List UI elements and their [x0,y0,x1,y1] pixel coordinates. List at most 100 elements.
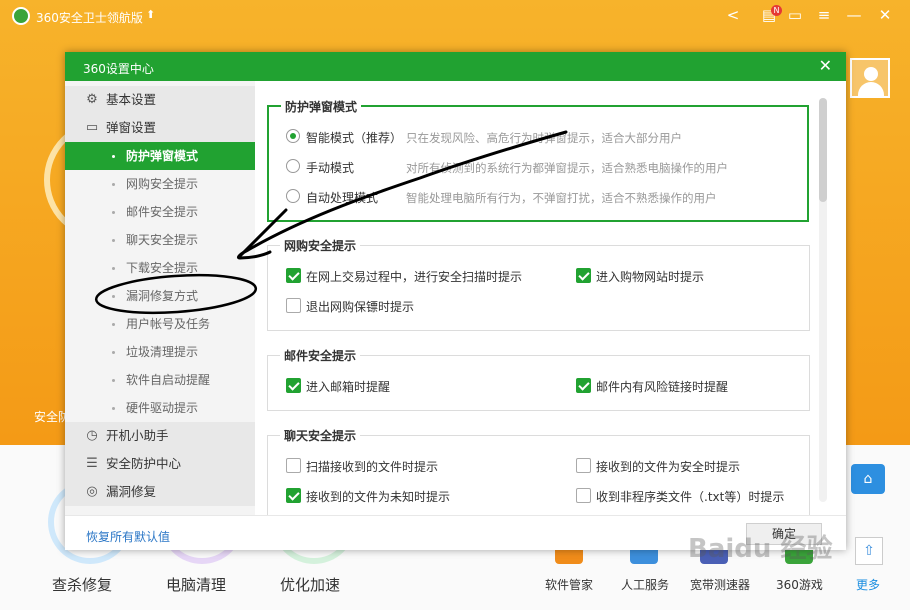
checkbox-received-safe[interactable] [576,458,591,473]
app-titlebar: 360安全卫士领航版 ⬆ < ▤ N ▭ ≡ — ✕ [0,0,910,32]
nav-item-autostart[interactable]: 软件自启动提醒 [65,366,255,394]
nav-item-download[interactable]: 下载安全提示 [65,254,255,282]
nav-item-label: 聊天安全提示 [126,233,199,247]
notification-badge: N [771,5,782,16]
minimize-icon[interactable]: — [845,6,863,24]
option-desc: 只在发现风险、高危行为时弹窗提示，适合大部分用户 [406,131,682,145]
nav-group-label: 基本设置 [106,92,157,107]
nav-item-label: 漏洞修复方式 [126,289,199,303]
upgrade-arrow-icon[interactable]: ⬆ [146,8,155,21]
section-mail: 邮件安全提示 进入邮箱时提醒 邮件内有风险链接时提醒 [267,347,810,411]
tool-label-game[interactable]: 360游戏 [776,576,823,593]
tool-label-software[interactable]: 软件管家 [545,576,593,593]
bullet [112,155,115,158]
nav-group-vuln[interactable]: ◎ 漏洞修复 [65,478,255,506]
tool-label-speedup[interactable]: 优化加速 [280,574,340,595]
close-icon[interactable]: ✕ [876,6,894,24]
option-label[interactable]: 在网上交易过程中，进行安全扫描时提示 [306,268,522,285]
nav-item-label: 下载安全提示 [126,261,199,275]
checkbox-scan-received[interactable] [286,458,301,473]
checkbox-exit-guard[interactable] [286,298,301,313]
feedback-icon[interactable]: ▭ [786,6,804,24]
section-popup-mode: 防护弹窗模式 智能模式（推荐） 只在发现风险、高危行为时弹窗提示，适合大部分用户… [267,98,809,222]
option-label[interactable]: 邮件内有风险链接时提醒 [596,378,728,395]
checkbox-risky-link[interactable] [576,378,591,393]
radio-auto-mode[interactable] [286,189,300,203]
option-label[interactable]: 退出网购保镖时提示 [306,298,414,315]
share-icon[interactable]: < [724,6,742,24]
bullet [112,407,115,410]
settings-dialog: 360设置中心 ✕ ⚙ 基本设置 ▭ 弹窗设置 防护弹窗模式 网购安全提示 邮件… [65,52,846,550]
user-avatar[interactable] [850,58,890,98]
nav-item-label: 软件自启动提醒 [126,373,211,387]
settings-content: 防护弹窗模式 智能模式（推荐） 只在发现风险、高危行为时弹窗提示，适合大部分用户… [255,81,846,515]
nav-group-label: 安全防护中心 [106,456,182,471]
option-label[interactable]: 接收到的文件为安全时提示 [596,458,740,475]
avatar-head [864,67,878,81]
nav-item-label: 邮件安全提示 [126,205,199,219]
nav-item-label: 垃圾清理提示 [126,345,199,359]
nav-group-startup[interactable]: ◷ 开机小助手 [65,422,255,450]
option-label[interactable]: 扫描接收到的文件时提示 [306,458,438,475]
nav-item-label: 用户帐号及任务 [126,317,211,331]
router-icon[interactable]: ⌂ [851,464,885,494]
dialog-header: 360设置中心 ✕ [65,52,846,81]
checkbox-shopping-site[interactable] [576,268,591,283]
bullet [112,239,115,242]
menu-icon[interactable]: ≡ [815,6,833,24]
scroll-top-icon[interactable]: ⇧ [855,537,883,565]
nav-group-label: 弹窗设置 [106,120,157,135]
nav-group-label: 漏洞修复 [106,484,157,499]
360-logo-icon [12,7,30,25]
nav-group-label: 开机小助手 [106,428,169,443]
bullet [112,323,115,326]
nav-item-label: 硬件驱动提示 [126,401,199,415]
nav-item-driver[interactable]: 硬件驱动提示 [65,394,255,422]
tool-label-support[interactable]: 人工服务 [621,576,669,593]
bullet [112,379,115,382]
nav-group-popup[interactable]: ▭ 弹窗设置 [65,114,255,142]
section-title: 聊天安全提示 [280,427,361,444]
nav-item-mail[interactable]: 邮件安全提示 [65,198,255,226]
shield-icon: ☰ [86,456,98,471]
radio-smart-mode[interactable] [286,129,300,143]
option-label[interactable]: 进入邮箱时提醒 [306,378,390,395]
option-label[interactable]: 智能模式（推荐） [306,129,402,146]
radio-manual-mode[interactable] [286,159,300,173]
nav-group-protection[interactable]: ☰ 安全防护中心 [65,450,255,478]
nav-item-cleanup[interactable]: 垃圾清理提示 [65,338,255,366]
scrollbar-thumb[interactable] [819,98,827,202]
nav-group-basic[interactable]: ⚙ 基本设置 [65,86,255,114]
option-label[interactable]: 收到非程序类文件（.txt等）时提示 [596,488,784,505]
checkbox-non-program-file[interactable] [576,488,591,503]
tool-label-scan[interactable]: 查杀修复 [52,574,112,595]
checkbox-received-unknown[interactable] [286,488,301,503]
section-chat: 聊天安全提示 扫描接收到的文件时提示 接收到的文件为安全时提示 接收到的文件为未… [267,427,810,515]
nav-item-popup-mode[interactable]: 防护弹窗模式 [65,142,255,170]
option-label[interactable]: 自动处理模式 [306,189,378,206]
nav-item-vuln-fix[interactable]: 漏洞修复方式 [65,282,255,310]
nav-item-chat[interactable]: 聊天安全提示 [65,226,255,254]
avatar-body [858,82,884,96]
checkbox-enter-mailbox[interactable] [286,378,301,393]
option-desc: 智能处理电脑所有行为，不弹窗打扰，适合不熟悉操作的用户 [406,191,717,205]
dialog-close-icon[interactable]: ✕ [819,56,832,75]
app-title: 360安全卫士领航版 [36,11,143,25]
more-link[interactable]: 更多 [856,576,880,593]
bullet [112,267,115,270]
checkbox-trade-scan[interactable] [286,268,301,283]
option-label[interactable]: 接收到的文件为未知时提示 [306,488,450,505]
option-desc: 对所有侦测到的系统行为都弹窗提示，适合熟悉电脑操作的用户 [406,161,728,175]
content-scrollbar[interactable] [819,98,827,502]
nav-item-label: 网购安全提示 [126,177,199,191]
tool-label-speedtest[interactable]: 宽带测速器 [690,576,750,593]
nav-item-label: 防护弹窗模式 [126,149,199,163]
nav-item-shopping[interactable]: 网购安全提示 [65,170,255,198]
tool-label-clean[interactable]: 电脑清理 [166,574,226,595]
nav-item-account[interactable]: 用户帐号及任务 [65,310,255,338]
option-label[interactable]: 进入购物网站时提示 [596,268,704,285]
clock-icon: ◷ [86,428,98,443]
restore-defaults-link[interactable]: 恢复所有默认值 [86,528,170,545]
dialog-title: 360设置中心 [83,62,154,76]
option-label[interactable]: 手动模式 [306,159,354,176]
